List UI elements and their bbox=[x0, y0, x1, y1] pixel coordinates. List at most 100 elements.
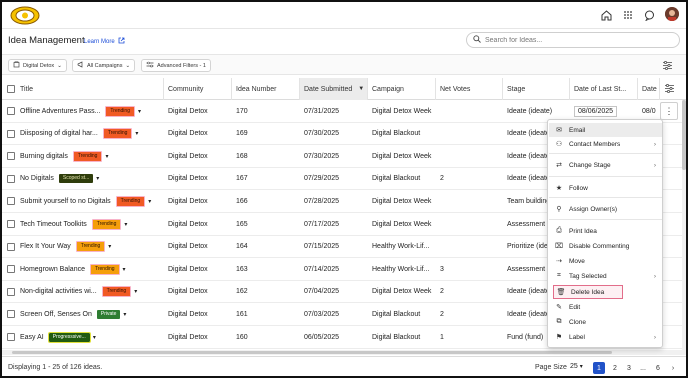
chat-icon[interactable] bbox=[643, 9, 655, 21]
column-settings-icon[interactable] bbox=[662, 60, 674, 72]
page-size-select[interactable]: 25 ▾ bbox=[570, 363, 583, 370]
cell-community: Digital Detox bbox=[168, 236, 232, 258]
badge-dropdown-icon[interactable]: ▾ bbox=[134, 288, 137, 295]
row-checkbox[interactable] bbox=[7, 220, 15, 228]
menu-item-email[interactable]: ✉ Email bbox=[549, 123, 662, 137]
idea-title-link[interactable]: Tech Timeout Toolkits bbox=[20, 221, 87, 228]
row-checkbox[interactable] bbox=[7, 333, 15, 341]
cell-stage-value: Ideate (ideate) bbox=[507, 152, 553, 160]
user-avatar[interactable] bbox=[665, 7, 679, 21]
column-community[interactable]: Community bbox=[164, 78, 232, 100]
column-title[interactable]: Title bbox=[16, 78, 164, 100]
cell-date-submitted: 07/03/2025 bbox=[304, 303, 368, 325]
badge-dropdown-icon[interactable]: ▾ bbox=[96, 175, 99, 182]
column-stage[interactable]: Stage bbox=[503, 78, 570, 100]
cell-idea-number: 169 bbox=[236, 123, 300, 145]
company-logo[interactable] bbox=[10, 6, 40, 25]
row-checkbox[interactable] bbox=[7, 310, 15, 319]
row-actions-kebab-icon[interactable]: ⋮ bbox=[660, 102, 678, 120]
idea-title-link[interactable]: Flex It Your Way bbox=[20, 243, 71, 250]
menu-item-follow[interactable]: ★ Follow bbox=[549, 181, 662, 195]
badge-dropdown-icon[interactable]: ▾ bbox=[123, 266, 126, 273]
vertical-scrollbar[interactable] bbox=[682, 100, 686, 350]
home-icon[interactable] bbox=[600, 9, 612, 21]
row-checkbox[interactable] bbox=[7, 197, 15, 206]
menu-item-label: Follow bbox=[569, 184, 588, 192]
badge-dropdown-icon[interactable]: ▾ bbox=[148, 198, 151, 205]
row-checkbox[interactable] bbox=[7, 265, 15, 274]
idea-title-link[interactable]: Homegrown Balance bbox=[20, 266, 85, 273]
cell-title: Burning digitals Trending ▾ bbox=[20, 145, 164, 167]
menu-item-delete-idea[interactable]: 🗑 Delete Idea bbox=[553, 285, 623, 299]
menu-item-print-idea[interactable]: ⎙ Print Idea bbox=[549, 224, 662, 238]
badge-dropdown-icon[interactable]: ▾ bbox=[138, 108, 141, 115]
row-checkbox[interactable] bbox=[7, 174, 15, 183]
idea-title-link[interactable]: No Digitals bbox=[20, 175, 54, 182]
idea-title-link[interactable]: Offline Adventures Pass... bbox=[20, 108, 100, 115]
menu-item-label[interactable]: ⚑ Label › bbox=[549, 330, 662, 344]
cell-community-value: Digital Detox bbox=[168, 107, 208, 115]
search-box[interactable] bbox=[466, 32, 680, 48]
menu-item-disable-commenting[interactable]: ⌧ Disable Commenting bbox=[549, 239, 662, 253]
idea-title-link[interactable]: Non-digital activities wi... bbox=[20, 288, 97, 295]
menu-item-tag-selected[interactable]: ⌗ Tag Selected › bbox=[549, 269, 662, 283]
cell-date-last-stage-value[interactable]: 08/06/2025 bbox=[574, 105, 618, 117]
menu-item-assign-owner-s[interactable]: ⚲ Assign Owner(s) bbox=[549, 202, 662, 216]
cell-stage-value: Assessment ( bbox=[507, 220, 550, 228]
horizontal-scroll-thumb[interactable] bbox=[12, 351, 612, 354]
next-page-icon[interactable]: › bbox=[667, 362, 679, 374]
idea-title-link[interactable]: Easy AI bbox=[20, 334, 44, 341]
apps-grid-icon[interactable] bbox=[622, 9, 634, 21]
horizontal-scrollbar[interactable] bbox=[2, 350, 686, 355]
cell-idea-number-value: 165 bbox=[236, 220, 248, 228]
column-net-votes[interactable]: Net Votes bbox=[436, 78, 503, 100]
row-checkbox[interactable] bbox=[7, 242, 15, 251]
advanced-filters-button[interactable]: Advanced Filters - 1 bbox=[141, 59, 211, 72]
menu-item-move[interactable]: ⇢ Move bbox=[549, 254, 662, 268]
idea-title-link[interactable]: Burning digitals bbox=[20, 153, 68, 160]
vertical-scroll-thumb[interactable] bbox=[682, 100, 686, 170]
menu-item-change-stage[interactable]: ⇄ Change Stage › bbox=[549, 158, 662, 172]
badge-dropdown-icon[interactable]: ▾ bbox=[108, 243, 111, 250]
campaign-filter[interactable]: All Campaigns ⌄ bbox=[72, 59, 136, 72]
page-button-3[interactable]: 3 bbox=[623, 362, 635, 374]
learn-more-link[interactable]: Learn More bbox=[84, 37, 125, 46]
badge-dropdown-icon[interactable]: ▾ bbox=[135, 130, 138, 137]
badge-dropdown-icon[interactable]: ▾ bbox=[93, 334, 96, 341]
cell-idea-number-value: 168 bbox=[236, 152, 248, 160]
cell-campaign-value: Digital Detox Week bbox=[372, 288, 432, 296]
column-date-submitted[interactable]: Date Submitted ▼ bbox=[300, 78, 368, 100]
cell-date-submitted-value: 07/04/2025 bbox=[304, 288, 340, 296]
badge-dropdown-icon[interactable]: ▾ bbox=[124, 221, 127, 228]
column-date-last-stage[interactable]: Date of Last St... bbox=[570, 78, 638, 100]
column-campaign[interactable]: Campaign bbox=[368, 78, 436, 100]
page-button-6[interactable]: 6 bbox=[652, 362, 664, 374]
menu-item-edit[interactable]: ✎ Edit bbox=[549, 300, 662, 314]
search-input[interactable] bbox=[485, 36, 665, 44]
cell-idea-number-value: 163 bbox=[236, 265, 248, 273]
menu-item-clone[interactable]: ⧉ Clone bbox=[549, 315, 662, 329]
idea-title-link[interactable]: Screen Off, Senses On bbox=[20, 311, 92, 318]
page-button-1[interactable]: 1 bbox=[593, 362, 605, 374]
page-size-label: Page Size bbox=[535, 364, 567, 371]
select-all-checkbox[interactable] bbox=[7, 85, 15, 93]
chevron-right-icon: › bbox=[653, 161, 656, 169]
badge-dropdown-icon[interactable]: ▾ bbox=[123, 311, 126, 318]
row-checkbox[interactable] bbox=[7, 129, 15, 138]
tag-icon: ⌗ bbox=[557, 272, 561, 279]
page-button-2[interactable]: 2 bbox=[609, 362, 621, 374]
idea-title-link[interactable]: Submit yourself to no Digitals bbox=[20, 198, 111, 205]
cell-date-submitted-value: 07/28/2025 bbox=[304, 197, 340, 205]
header-settings-icon[interactable] bbox=[664, 83, 675, 96]
menu-item-label: Change Stage bbox=[569, 161, 611, 169]
row-checkbox[interactable] bbox=[7, 287, 15, 296]
community-filter[interactable]: Digital Detox ⌄ bbox=[8, 59, 67, 72]
badge-dropdown-icon[interactable]: ▾ bbox=[105, 153, 108, 160]
cell-campaign: Digital Detox Week bbox=[372, 145, 436, 167]
column-date[interactable]: Date bbox=[638, 78, 660, 100]
row-checkbox[interactable] bbox=[7, 152, 15, 161]
row-checkbox[interactable] bbox=[7, 107, 15, 115]
menu-item-contact-members[interactable]: ⚇ Contact Members › bbox=[549, 137, 662, 151]
idea-title-link[interactable]: Diisposing of digital har... bbox=[20, 130, 98, 137]
column-idea-number[interactable]: Idea Number bbox=[232, 78, 300, 100]
